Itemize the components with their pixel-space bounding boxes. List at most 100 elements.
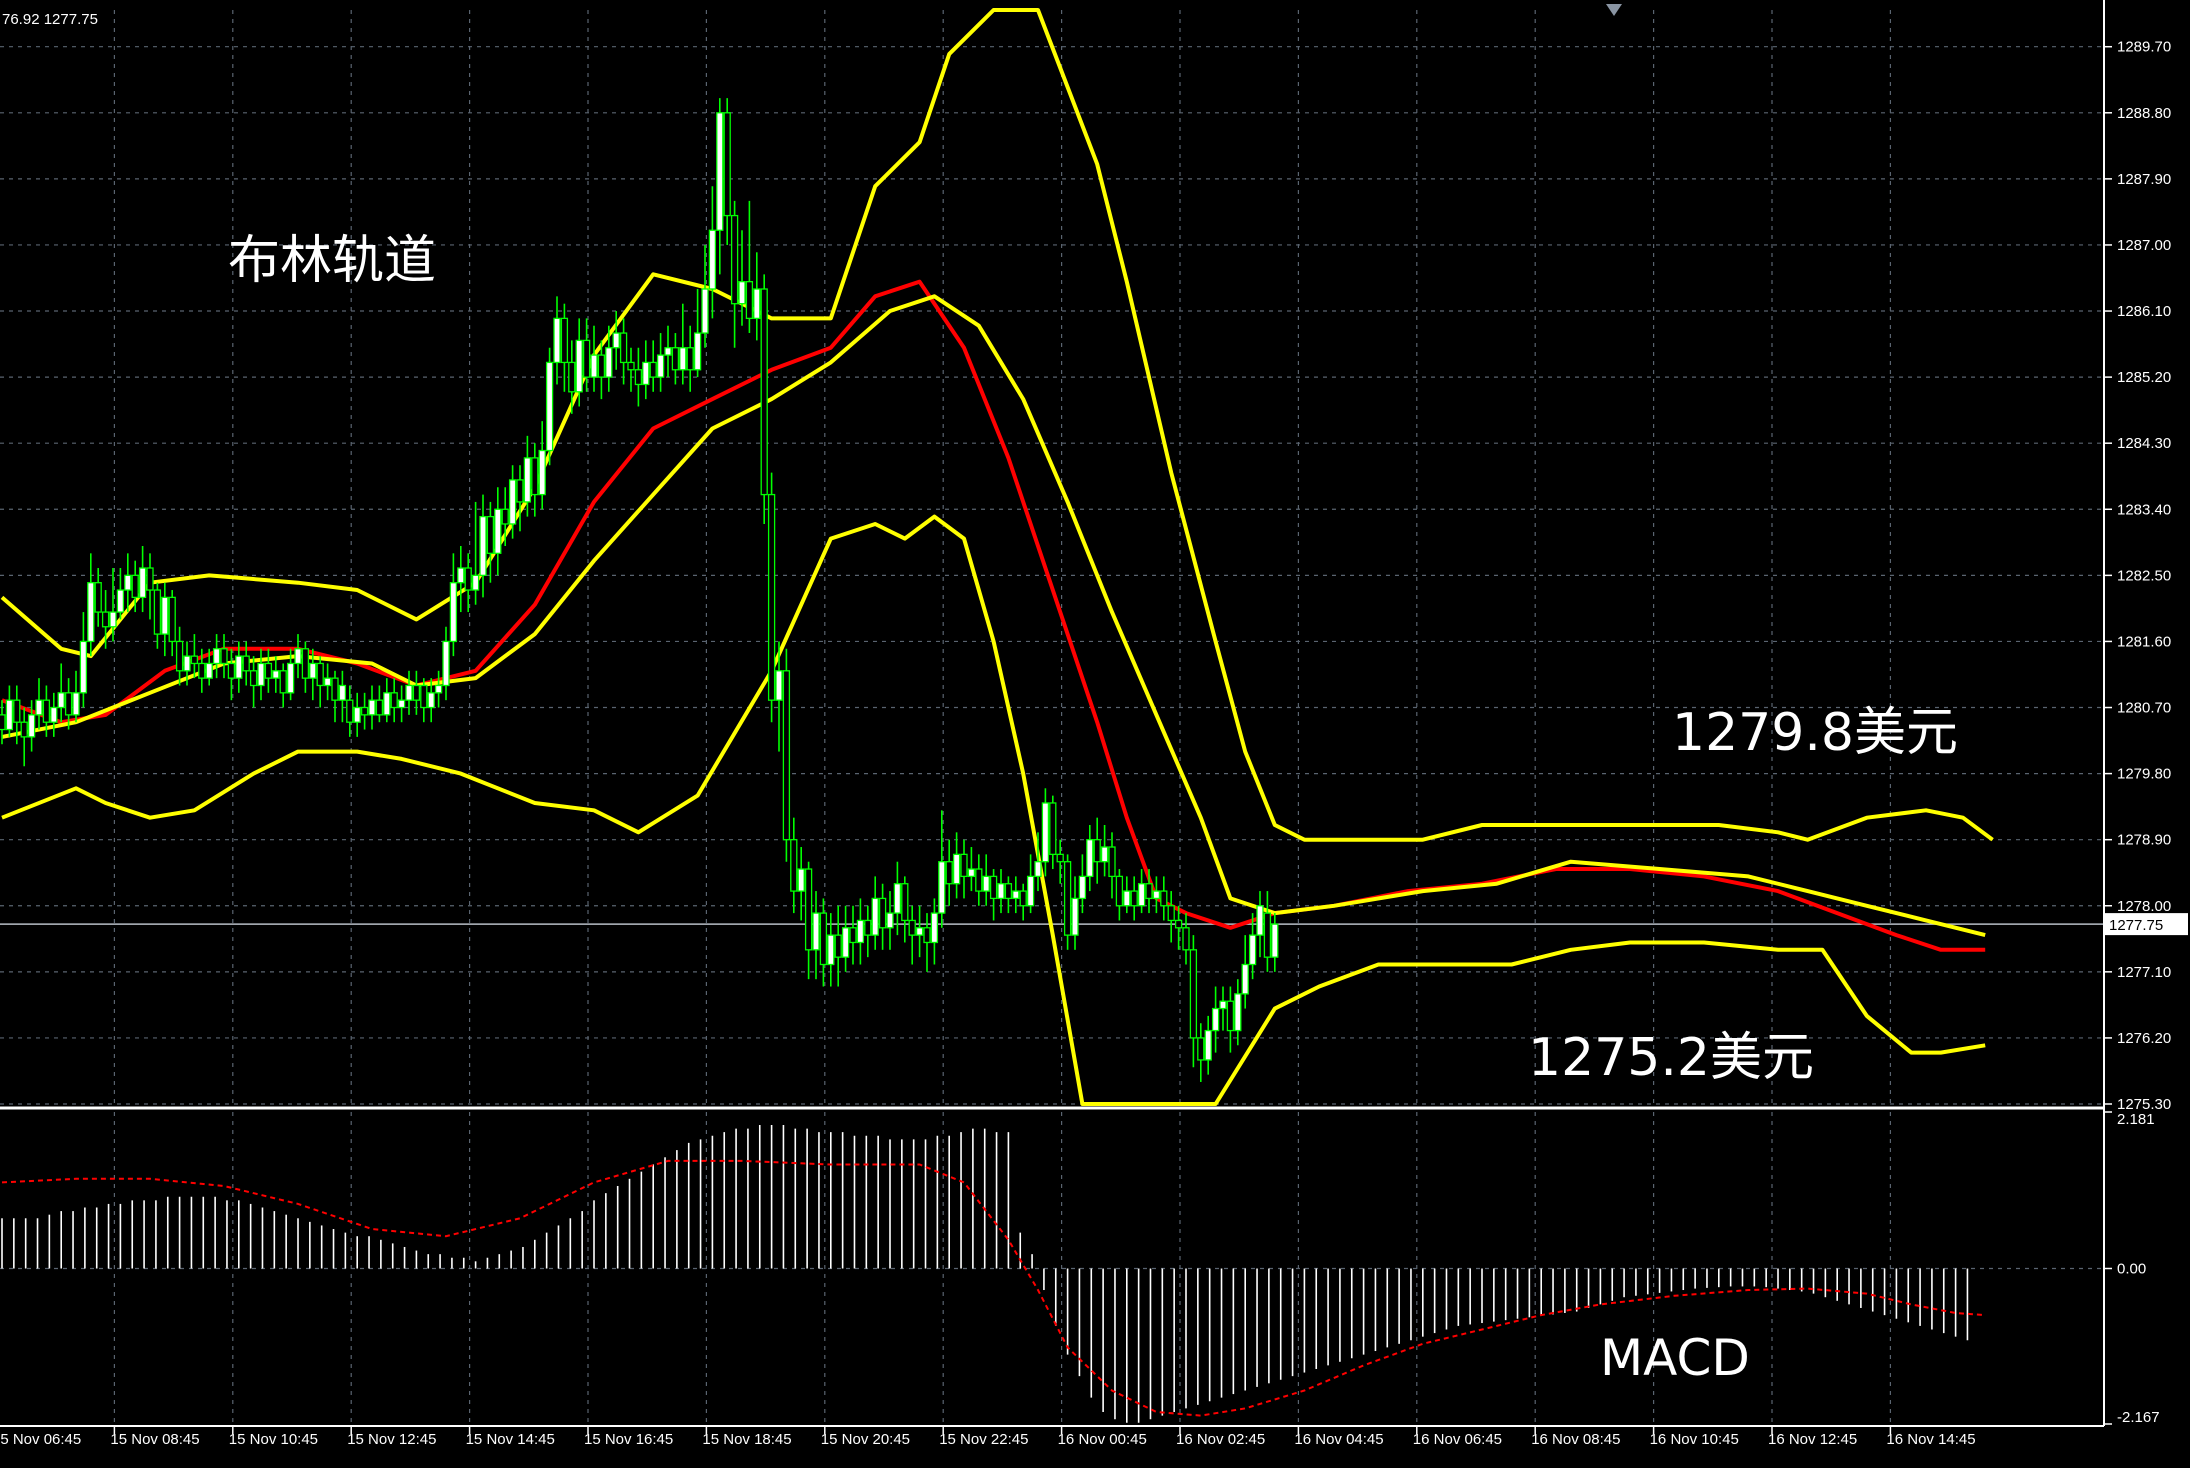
candle-body: [264, 662, 273, 679]
candle-body: [375, 699, 384, 716]
candle-body: [1137, 883, 1146, 907]
candle-body: [634, 369, 643, 386]
candle-body: [952, 853, 961, 885]
candle-body: [915, 927, 924, 936]
candle-body: [1049, 802, 1057, 856]
price-tick-label: 1285.20: [2117, 369, 2171, 386]
candle-body: [827, 934, 835, 966]
candle-body: [568, 361, 576, 393]
header-readout: 76.92 1277.75: [2, 11, 98, 28]
price-tick-label: 1287.00: [2117, 237, 2171, 254]
candle-body: [1160, 890, 1168, 907]
candle-body: [649, 361, 657, 378]
price-tick-label: 1281.60: [2117, 633, 2171, 650]
candle-body: [27, 714, 36, 738]
candle-body: [494, 508, 502, 554]
candle-body: [257, 662, 265, 687]
candle-body: [523, 457, 532, 503]
candle-body: [967, 868, 976, 878]
candle-body: [1071, 897, 1079, 936]
time-tick-label: 16 Nov 06:45: [1413, 1431, 1502, 1448]
candle-body: [716, 112, 724, 231]
macd-tick-label: -2.167: [2117, 1409, 2160, 1426]
candle-body: [309, 662, 317, 679]
candle-body: [1093, 839, 1101, 863]
candle-body: [1145, 883, 1153, 900]
candle-body: [938, 861, 946, 914]
candle-body: [1100, 846, 1109, 863]
price-tick-label: 1283.40: [2117, 501, 2171, 518]
candle-body: [1123, 890, 1131, 907]
candle-body: [101, 611, 110, 628]
candle-body: [901, 883, 909, 922]
candle-body: [109, 611, 117, 628]
candle-body: [767, 493, 776, 701]
candle-body: [464, 567, 472, 591]
candle-body: [72, 692, 80, 716]
candle-body: [553, 317, 561, 364]
price-tick-label: 1288.80: [2117, 105, 2171, 122]
candle-body: [1174, 919, 1183, 929]
candle-body: [797, 868, 805, 892]
candle-body: [442, 640, 450, 687]
candle-body: [1012, 890, 1020, 900]
time-tick-label: 15 Nov 08:45: [110, 1431, 199, 1448]
candle-body: [849, 927, 857, 944]
macd-label: MACD: [1600, 1329, 1750, 1387]
candle-body: [804, 868, 813, 951]
candle-body: [819, 912, 828, 966]
candle-body: [1241, 963, 1249, 995]
candle-body: [693, 332, 702, 371]
candle-body: [516, 479, 524, 503]
candle-body: [1271, 923, 1279, 958]
candle-body: [679, 347, 687, 371]
candle-body: [79, 640, 88, 694]
candle-body: [545, 361, 554, 452]
candle-body: [486, 515, 495, 554]
candle-body: [124, 574, 132, 591]
candle-body: [116, 589, 125, 613]
candle-body: [479, 515, 487, 577]
candle-body: [383, 692, 391, 716]
time-tick-label: 15 Nov 12:45: [347, 1431, 436, 1448]
candle-body: [397, 699, 406, 709]
candle-body: [1056, 853, 1064, 863]
candle-body: [316, 662, 324, 687]
macd-tick-label: 0.00: [2117, 1261, 2146, 1278]
candle-body: [212, 648, 221, 665]
candle-body: [1248, 934, 1257, 966]
candle-body: [57, 692, 65, 709]
candle-body: [360, 706, 369, 716]
candle-body: [457, 567, 465, 584]
candle-body: [20, 721, 28, 738]
candle-body: [368, 699, 376, 716]
candle-body: [989, 875, 998, 900]
candle-body: [279, 670, 287, 694]
candle-body: [286, 662, 295, 694]
candle-body: [790, 839, 798, 892]
candle-body: [745, 281, 754, 320]
candle-body: [997, 883, 1005, 900]
lower-band-annotation: 1275.2美元: [1528, 1028, 1814, 1088]
candle-body: [1219, 1000, 1227, 1010]
candle-body: [331, 677, 339, 701]
candle-body: [235, 655, 243, 679]
candle-body: [198, 662, 206, 679]
candle-body: [42, 699, 51, 723]
macd-tick-label: 2.181: [2117, 1111, 2155, 1128]
candle-body: [50, 706, 58, 723]
candle-body: [708, 229, 717, 290]
candle-body: [434, 684, 443, 694]
candle-body: [834, 934, 842, 958]
candle-body: [871, 897, 879, 936]
candle-body: [183, 655, 191, 672]
candle-body: [930, 912, 939, 944]
candle-body: [730, 214, 739, 305]
candle-body: [642, 361, 650, 386]
candle-body: [1108, 846, 1116, 878]
candle-body: [94, 582, 102, 613]
candle-body: [782, 670, 791, 841]
candle-body: [138, 567, 147, 599]
candle-body: [975, 868, 983, 892]
candle-body: [893, 883, 902, 914]
